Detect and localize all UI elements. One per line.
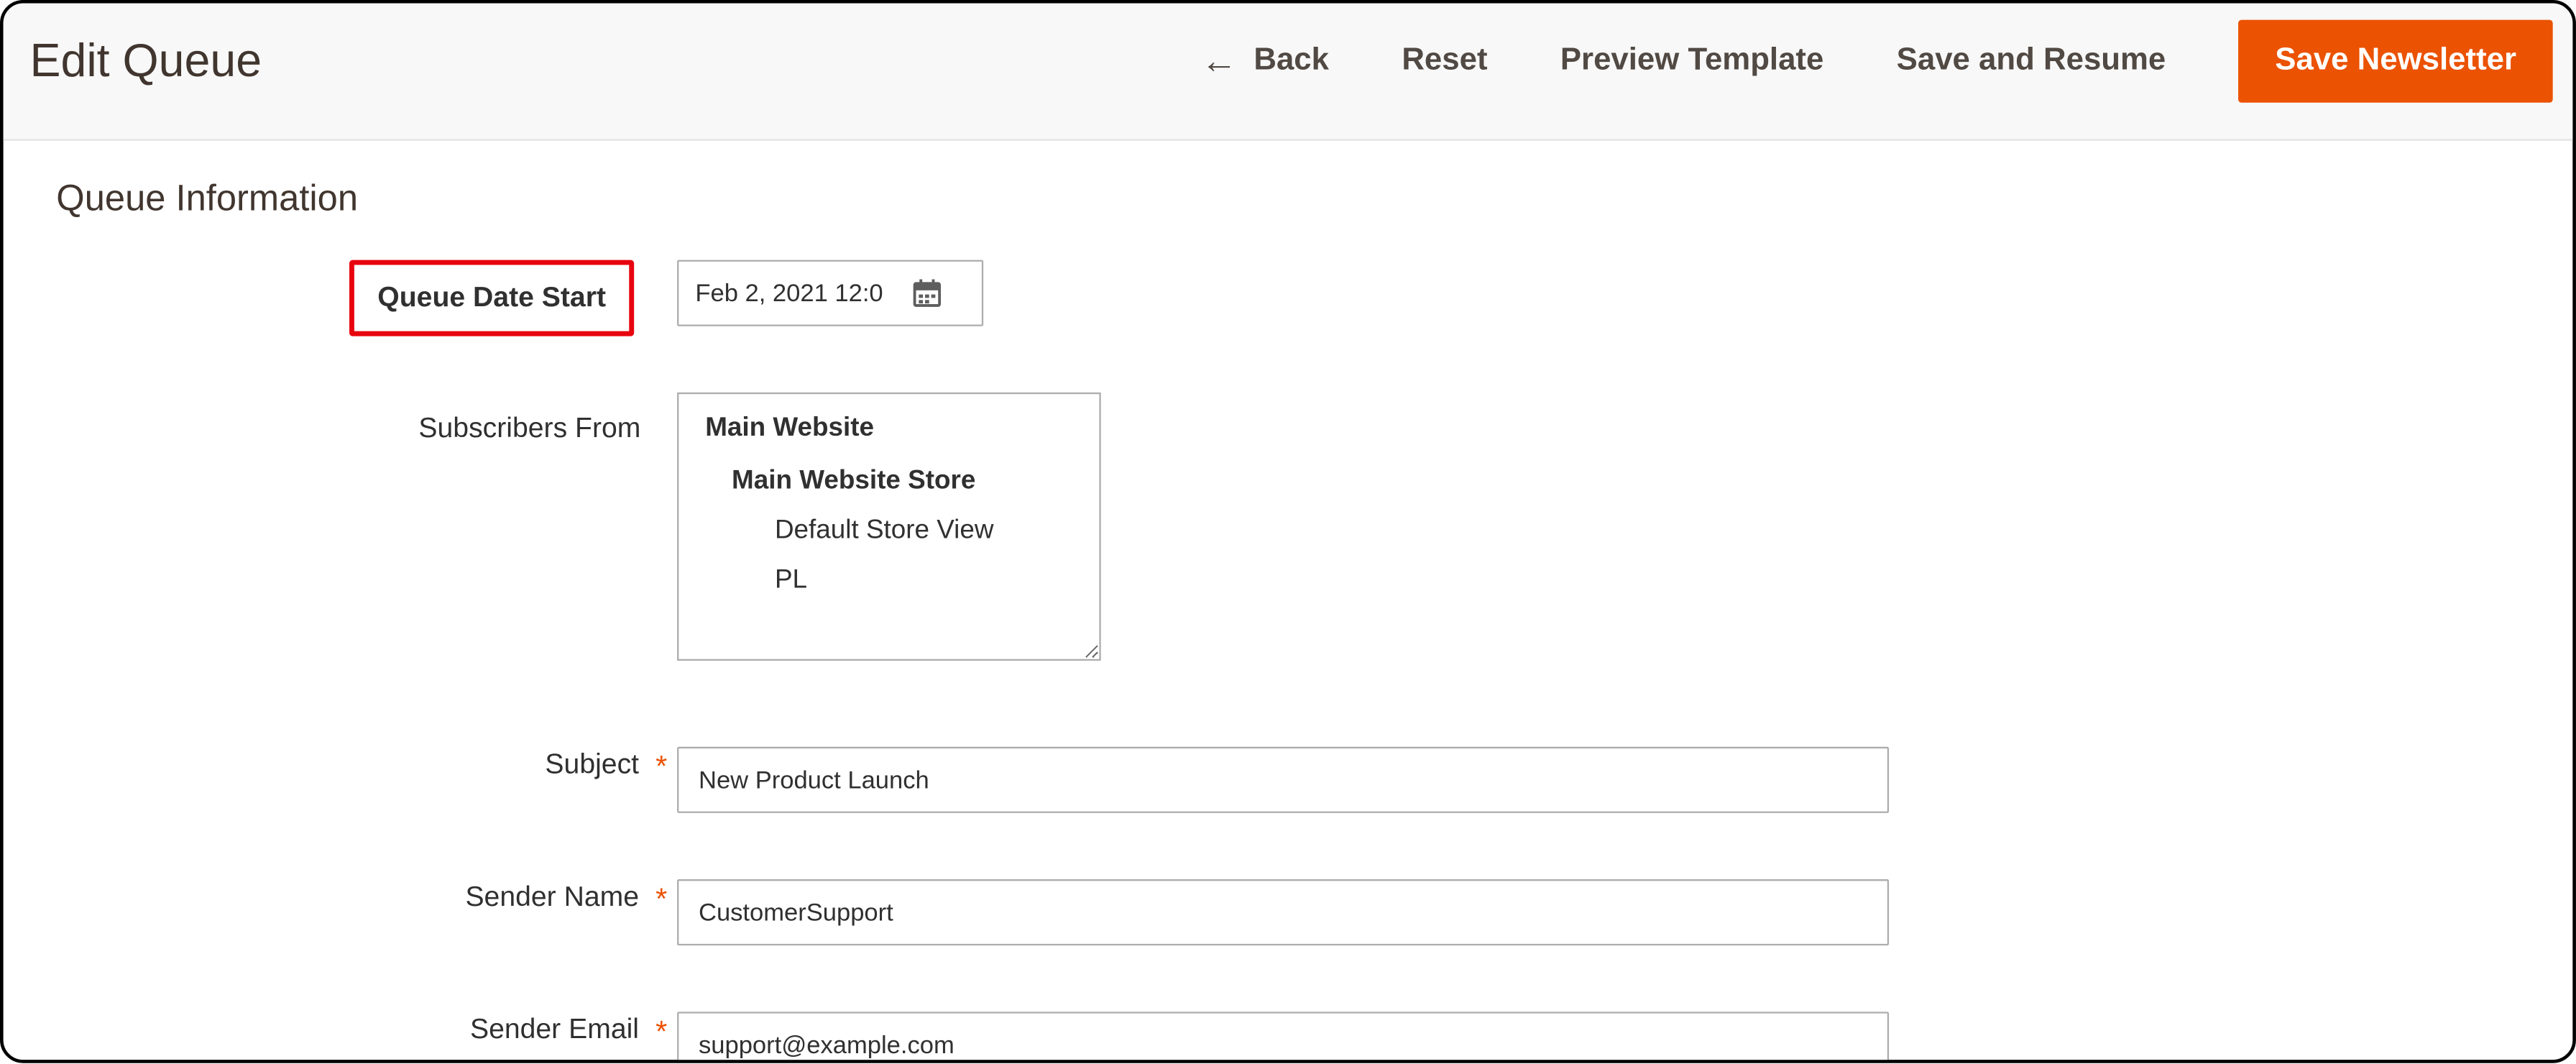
form: Queue Date Start <box>4 260 2573 1063</box>
arrow-left-icon: ← <box>1201 43 1238 80</box>
save-label: Save Newsletter <box>2275 43 2516 80</box>
row-sender-email: Sender Email * <box>56 1012 2572 1063</box>
back-label: Back <box>1254 43 1329 80</box>
page-title: Edit Queue <box>23 35 262 88</box>
preview-label: Preview Template <box>1560 43 1823 80</box>
label-col: Subscribers From <box>56 393 677 446</box>
sender-email-input[interactable] <box>677 1012 1889 1063</box>
optgroup-store: Main Website Store <box>732 467 1082 497</box>
save-newsletter-button[interactable]: Save Newsletter <box>2239 20 2553 103</box>
queue-date-start-label: Queue Date Start <box>349 260 634 336</box>
subscribers-from-label: Subscribers From <box>418 413 640 446</box>
required-icon: * <box>656 1015 667 1050</box>
option-pl[interactable]: PL <box>775 567 1082 596</box>
row-queue-date-start: Queue Date Start <box>56 260 2572 336</box>
reset-button[interactable]: Reset <box>1402 43 1487 80</box>
required-icon: * <box>656 750 667 784</box>
queue-date-start-field[interactable] <box>677 260 983 326</box>
subscribers-from-select[interactable]: Main Website Main Website Store Default … <box>677 393 1101 661</box>
header-actions: ← Back Reset Preview Template Save and R… <box>1201 20 2553 103</box>
label-col: Queue Date Start <box>56 260 677 336</box>
subject-input[interactable] <box>677 747 1889 813</box>
save-and-resume-button[interactable]: Save and Resume <box>1897 43 2166 80</box>
reset-label: Reset <box>1402 43 1487 80</box>
sender-email-label: Sender Email <box>470 1014 639 1047</box>
row-sender-name: Sender Name * <box>56 879 2572 945</box>
row-subscribers-from: Subscribers From Main Website Main Websi… <box>56 393 2572 661</box>
save-resume-label: Save and Resume <box>1897 43 2166 80</box>
queue-date-start-input[interactable] <box>695 279 910 307</box>
label-col: Subject * <box>56 747 677 781</box>
subject-label: Subject <box>545 748 639 781</box>
row-subject: Subject * <box>56 747 2572 813</box>
sender-name-label: Sender Name <box>465 881 639 914</box>
section-title: Queue Information <box>4 141 2573 260</box>
preview-template-button[interactable]: Preview Template <box>1560 43 1823 80</box>
required-icon: * <box>656 883 667 917</box>
back-button[interactable]: ← Back <box>1201 43 1329 80</box>
calendar-icon[interactable] <box>911 277 944 310</box>
page-header: Edit Queue ← Back Reset Preview Template… <box>4 4 2573 141</box>
label-col: Sender Name * <box>56 879 677 914</box>
optgroup-website: Main Website <box>705 414 1082 444</box>
label-col: Sender Email * <box>56 1012 677 1046</box>
option-default-store-view[interactable]: Default Store View <box>775 517 1082 546</box>
sender-name-input[interactable] <box>677 879 1889 945</box>
